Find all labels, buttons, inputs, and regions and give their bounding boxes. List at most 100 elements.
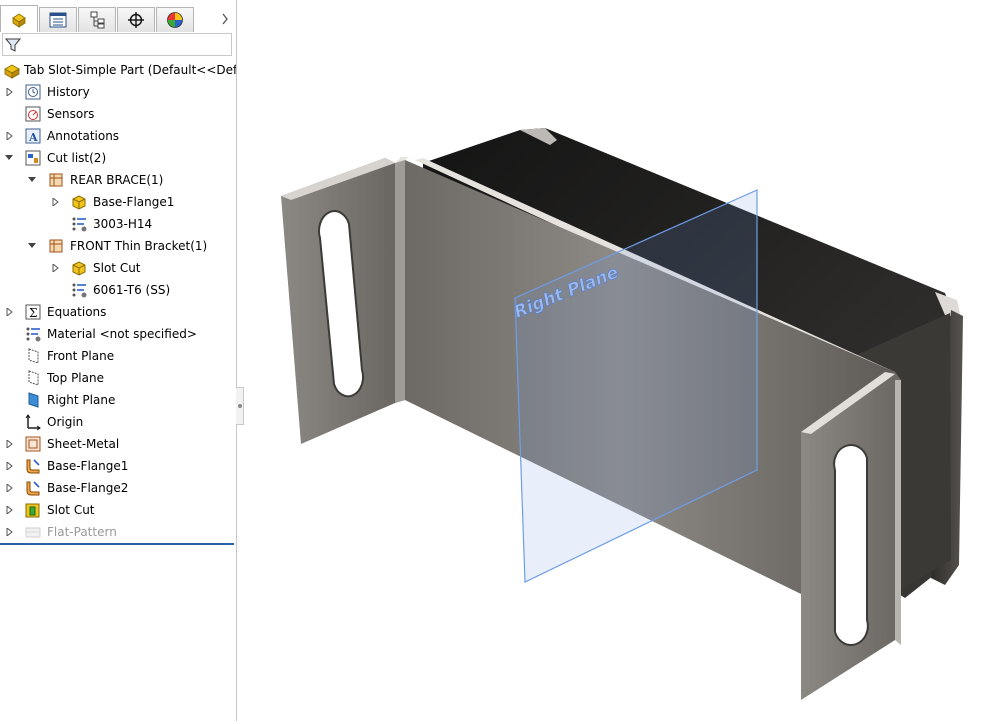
expanded-arrow-icon[interactable] [4, 147, 14, 169]
equations-icon: Σ [25, 304, 41, 320]
svg-text:Σ: Σ [29, 306, 37, 320]
tree-root-part[interactable]: Tab Slot-Simple Part (Default<<Default [0, 59, 236, 81]
tree-item[interactable]: History [0, 81, 236, 103]
tree-item[interactable]: Cut list(2) [0, 147, 236, 169]
tree-item-label: Flat-Pattern [47, 525, 117, 539]
tree-item-label: Base-Flange1 [47, 459, 129, 473]
solid-body-icon [72, 261, 86, 276]
collapsed-arrow-icon[interactable] [50, 191, 60, 213]
tree-item-label: Front Plane [47, 349, 115, 363]
tree-item[interactable]: FRONT Thin Bracket(1) [0, 235, 236, 257]
collapsed-arrow-icon[interactable] [4, 455, 14, 477]
collapsed-arrow-icon[interactable] [4, 125, 14, 147]
cut-list-item-icon [49, 173, 63, 187]
configuration-manager-tab[interactable] [78, 7, 116, 32]
tree-item[interactable]: Slot Cut [0, 499, 236, 521]
tree-item-label: History [47, 85, 90, 99]
tab-scroll-right-button[interactable] [218, 11, 232, 27]
tree-item[interactable]: 6061-T6 (SS) [0, 279, 236, 301]
tree-item[interactable]: Sensors [0, 103, 236, 125]
display-manager-tab[interactable] [156, 7, 194, 32]
tree-item[interactable]: A Annotations [0, 125, 236, 147]
tree-item[interactable]: REAR BRACE(1) [0, 169, 236, 191]
feature-manager-tab[interactable] [0, 5, 38, 32]
tree-item-label: Right Plane [47, 393, 116, 407]
cut-list-item-icon [49, 239, 63, 253]
material-icon [72, 217, 87, 232]
collapsed-arrow-icon[interactable] [4, 477, 14, 499]
chevron-right-icon [222, 13, 228, 25]
property-manager-tab[interactable] [39, 7, 77, 32]
appearance-sphere-icon [167, 12, 183, 28]
collapsed-arrow-icon[interactable] [4, 499, 14, 521]
tree-item-label: REAR BRACE(1) [70, 173, 164, 187]
tree-item[interactable]: Right Plane [0, 389, 236, 411]
flat-pattern-icon [25, 527, 41, 538]
tree-item[interactable]: Material <not specified> [0, 323, 236, 345]
expanded-arrow-icon[interactable] [27, 235, 37, 257]
tree-item[interactable]: Front Plane [0, 345, 236, 367]
part-icon [4, 64, 20, 79]
tree-split-line[interactable] [0, 543, 234, 545]
collapsed-arrow-icon[interactable] [4, 433, 14, 455]
tree-item-label: Slot Cut [47, 503, 95, 517]
property-list-icon [49, 12, 67, 28]
graphics-area[interactable]: Right Plane [245, 0, 994, 721]
tree-item-label: Material <not specified> [47, 327, 197, 341]
tree-item-label: Origin [47, 415, 84, 429]
tree-item[interactable]: 3003-H14 [0, 213, 236, 235]
collapsed-arrow-icon[interactable] [4, 521, 14, 543]
tree-item-label: 6061-T6 (SS) [93, 283, 171, 297]
tree-item-label: Slot Cut [93, 261, 141, 275]
tree-item-label: FRONT Thin Bracket(1) [70, 239, 208, 253]
svg-text:A: A [28, 131, 38, 144]
tree-item-label: Base-Flange2 [47, 481, 129, 495]
collapsed-arrow-icon[interactable] [4, 81, 14, 103]
plane-selected-icon [28, 392, 39, 408]
tree-item-label: 3003-H14 [93, 217, 153, 231]
origin-icon [25, 414, 41, 431]
tree-filter-box[interactable] [2, 33, 232, 56]
tree-item-label: Top Plane [47, 371, 104, 385]
tree-item-label: Cut list(2) [47, 151, 107, 165]
base-flange-icon [26, 459, 40, 474]
model-view[interactable]: Right Plane [245, 0, 994, 721]
tree-item[interactable]: Sheet-Metal [0, 433, 236, 455]
part-icon [12, 13, 26, 28]
tree-item[interactable]: Top Plane [0, 367, 236, 389]
plane-icon [28, 370, 39, 386]
filter-icon [5, 38, 21, 52]
collapsed-arrow-icon[interactable] [50, 257, 60, 279]
sheet-metal-icon [25, 436, 41, 452]
solid-body-icon [72, 195, 86, 210]
cut-extrude-icon [25, 503, 40, 518]
tree-item-label: Sensors [47, 107, 95, 121]
tree-item-label: Equations [47, 305, 107, 319]
dimxpert-manager-tab[interactable] [117, 7, 155, 32]
material-icon [26, 327, 41, 342]
tree-item[interactable]: Origin [0, 411, 236, 433]
tree-item[interactable]: Base-Flange1 [0, 455, 236, 477]
tree-item[interactable]: Base-Flange2 [0, 477, 236, 499]
material-icon [72, 283, 87, 298]
collapsed-arrow-icon[interactable] [4, 301, 14, 323]
cut-list-icon [25, 150, 41, 166]
panel-collapse-handle[interactable] [236, 387, 244, 425]
feature-manager-panel: Tab Slot-Simple Part (Default<<Default H… [0, 0, 237, 721]
tree-item[interactable]: Flat-Pattern [0, 521, 236, 543]
tree-item-label: Sheet-Metal [47, 437, 120, 451]
tree-item[interactable]: Slot Cut [0, 257, 236, 279]
tree-item-label: Base-Flange1 [93, 195, 175, 209]
part-name: Tab Slot-Simple Part (Default<<Default [24, 63, 237, 77]
configuration-tree-icon [90, 11, 105, 29]
tree-item[interactable]: Base-Flange1 [0, 191, 236, 213]
history-icon [25, 84, 41, 100]
tree-item-label: Annotations [47, 129, 120, 143]
expanded-arrow-icon[interactable] [27, 169, 37, 191]
base-flange-icon [26, 481, 40, 496]
annotation-icon: A [25, 128, 41, 144]
grip-dot-icon [237, 404, 242, 408]
tree-item[interactable]: Σ Equations [0, 301, 236, 323]
manager-tab-bar [0, 5, 236, 32]
sensor-icon [25, 106, 41, 122]
